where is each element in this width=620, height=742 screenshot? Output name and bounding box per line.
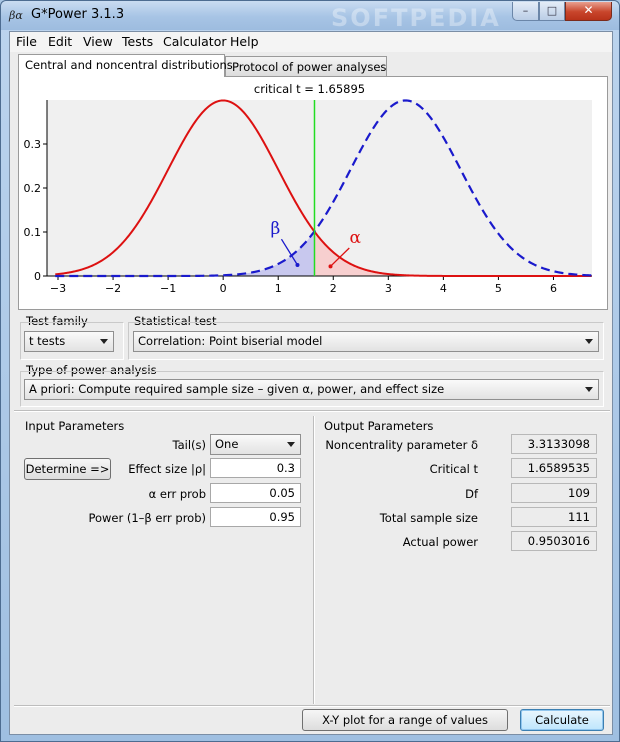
menu-help[interactable]: Help [228,34,261,49]
beta-arrow-head [295,263,300,267]
x-tick-label: 5 [495,282,502,295]
calculate-button[interactable]: Calculate [520,709,604,731]
close-button[interactable]: ✕ [565,2,612,21]
minimize-button[interactable]: – [512,2,539,21]
statistical-test-select[interactable]: Correlation: Point biserial model [133,331,599,352]
minimize-icon: – [522,4,529,17]
y-tick-label: 0.1 [24,226,42,239]
critical-t-label: Critical t [429,462,478,476]
x-tick-label: 3 [385,282,392,295]
df-value: 109 [511,483,597,503]
chart-title: critical t = 1.65895 [254,82,365,96]
y-tick-label: 0.3 [24,138,42,151]
x-tick-label: 0 [220,282,227,295]
maximize-button[interactable]: □ [539,2,565,21]
actual-power-label: Actual power [402,535,478,549]
maximize-icon: □ [546,4,558,17]
tab-strip: Central and noncentral distributions Pro… [18,54,608,77]
tails-value: One [215,437,239,451]
title-bar[interactable]: βα G*Power 3.1.3 SOFTPEDIA – □ ✕ [1,1,619,32]
power-input[interactable] [210,507,301,527]
x-tick-label: −1 [160,282,176,295]
section-divider [14,410,610,412]
actual-power-value: 0.9503016 [511,531,597,551]
effect-size-label: Effect size |ρ| [128,462,206,476]
window-title: G*Power 3.1.3 [31,7,125,22]
x-tick-label: −3 [50,282,66,295]
total-sample-size-label: Total sample size [379,511,478,525]
df-label: Df [465,487,478,501]
statistical-test-value: Correlation: Point biserial model [138,334,323,348]
watermark: SOFTPEDIA [331,4,501,32]
determine-button[interactable]: Determine => [24,458,111,480]
menu-calculator[interactable]: Calculator [161,34,228,49]
xy-plot-button[interactable]: X-Y plot for a range of values [302,709,508,731]
test-family-value: t tests [29,334,66,348]
chevron-down-icon [585,339,593,344]
distribution-panel: critical t = 1.65895 0 0.1 0.2 0.3 −3 −2 −1 0 1 2 3… [18,76,608,310]
alpha-label: α [350,228,362,248]
chevron-down-icon [287,442,295,447]
total-sample-size-value: 111 [511,507,597,527]
power-analysis-select[interactable]: A priori: Compute required sample size –… [24,379,599,400]
tab-distributions[interactable]: Central and noncentral distributions [18,54,233,77]
alpha-input[interactable] [210,483,301,503]
x-tick-label: 1 [275,282,282,295]
alpha-label: α err prob [148,487,206,501]
test-family-select[interactable]: t tests [24,331,114,352]
output-parameters-title: Output Parameters [324,419,434,433]
menu-bar: File Edit View Tests Calculator Help [10,32,612,52]
app-icon: βα [9,9,23,22]
input-parameters-title: Input Parameters [25,419,125,433]
power-analysis-value: A priori: Compute required sample size –… [29,382,445,396]
panel-divider [313,416,315,704]
effect-size-input[interactable] [210,458,301,478]
x-tick-label: 2 [330,282,337,295]
chevron-down-icon [100,339,108,344]
client-area: File Edit View Tests Calculator Help Cen… [9,31,613,735]
x-tick-label: −2 [105,282,121,295]
tails-select[interactable]: One [210,434,301,455]
bottom-divider [14,705,610,707]
distribution-chart: critical t = 1.65895 0 0.1 0.2 0.3 −3 −2 −1 0 1 2 3… [24,82,592,295]
power-label: Power (1–β err prob) [88,511,206,525]
x-tick-label: 6 [550,282,557,295]
menu-file[interactable]: File [14,34,39,49]
tails-label: Tail(s) [172,438,206,452]
alpha-arrow-head [328,264,333,269]
noncentrality-label: Noncentrality parameter δ [325,438,478,452]
close-icon: ✕ [583,3,594,17]
critical-t-value: 1.6589535 [511,458,597,478]
y-tick-label: 0.2 [24,182,42,195]
menu-view[interactable]: View [81,34,115,49]
beta-label: β [271,219,281,239]
noncentrality-value: 3.3133098 [511,434,597,454]
y-tick-label: 0 [34,270,41,283]
tab-protocol[interactable]: Protocol of power analyses [225,56,387,76]
x-tick-label: 4 [440,282,447,295]
chevron-down-icon [585,387,593,392]
app-window: βα G*Power 3.1.3 SOFTPEDIA – □ ✕ File Ed… [0,0,620,742]
menu-edit[interactable]: Edit [46,34,74,49]
menu-tests[interactable]: Tests [120,34,155,49]
